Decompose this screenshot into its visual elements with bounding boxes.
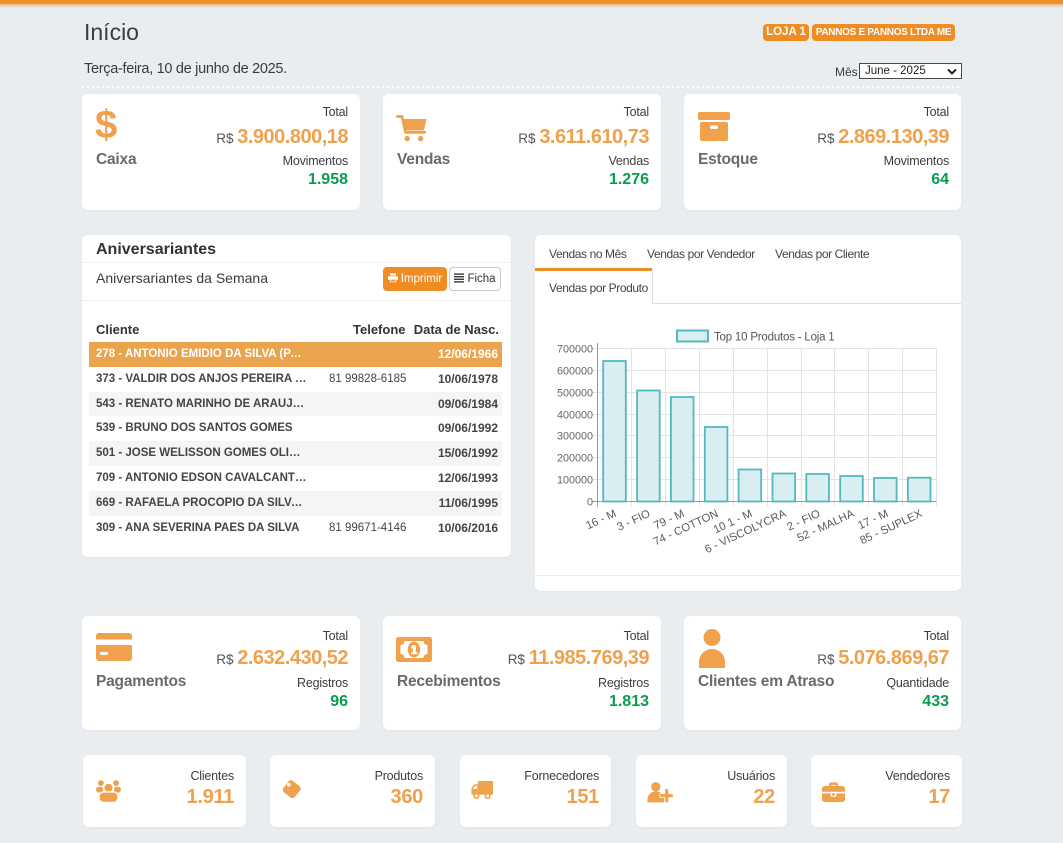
svg-text:0: 0 [587, 497, 593, 509]
svg-text:600000: 600000 [557, 366, 593, 378]
svg-text:200000: 200000 [557, 453, 593, 465]
svg-text:Top 10 Produtos - Loja 1: Top 10 Produtos - Loja 1 [714, 332, 835, 344]
svg-text:700000: 700000 [557, 344, 593, 356]
svg-text:16 - M: 16 - M [584, 508, 618, 532]
svg-text:3 - FIO: 3 - FIO [615, 508, 652, 534]
svg-text:500000: 500000 [557, 388, 593, 400]
svg-text:400000: 400000 [557, 410, 593, 422]
svg-text:300000: 300000 [557, 431, 593, 443]
svg-text:100000: 100000 [557, 475, 593, 487]
